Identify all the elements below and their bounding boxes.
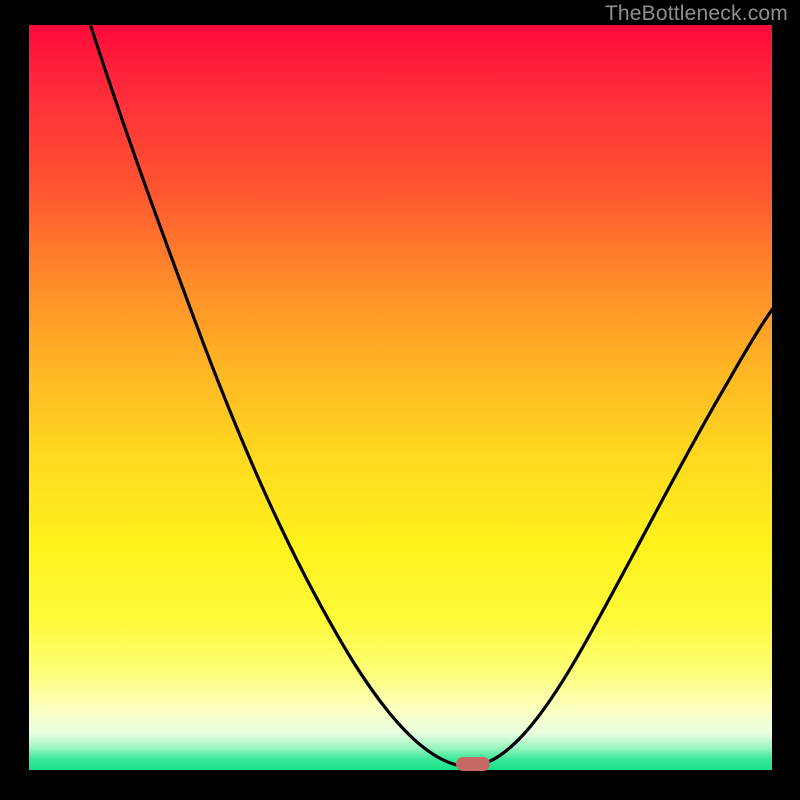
watermark-text: TheBottleneck.com bbox=[605, 2, 788, 26]
curve-path bbox=[84, 25, 772, 767]
plot-area bbox=[29, 25, 772, 770]
bottleneck-curve bbox=[29, 25, 772, 770]
chart-frame: TheBottleneck.com bbox=[0, 0, 800, 800]
optimal-point-marker bbox=[456, 757, 490, 771]
